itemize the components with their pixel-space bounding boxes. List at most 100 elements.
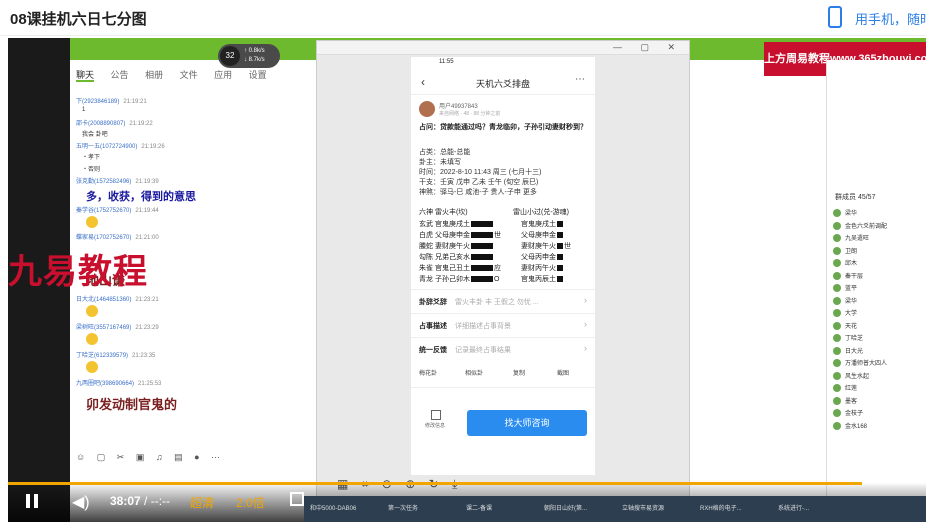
- yao-bar: [470, 265, 493, 272]
- tool-screenshot-button[interactable]: 截图: [557, 368, 569, 377]
- taskbar-item[interactable]: RXH格的电子...: [700, 500, 742, 518]
- taskbar-item[interactable]: 和中5000-DAB06: [310, 500, 356, 518]
- member-item[interactable]: 邱木: [833, 258, 857, 268]
- fullscreen-icon[interactable]: [290, 492, 304, 506]
- yao-bar: [557, 221, 563, 228]
- consult-master-button[interactable]: 找大师咨询: [467, 410, 587, 436]
- member-avatar-icon: [833, 359, 841, 368]
- cpu-counter: 32: [220, 46, 240, 66]
- progress-bar[interactable]: [8, 482, 926, 485]
- screenshot-icon[interactable]: ▢: [97, 452, 106, 462]
- more-icon[interactable]: ⋯: [575, 74, 585, 85]
- chat-text: ・孝下: [82, 155, 101, 161]
- chat-sender: 九两圈吧(398690664) 21:25:53: [76, 381, 162, 387]
- music-icon[interactable]: ♫: [156, 452, 163, 462]
- status-time: 11:55: [439, 59, 454, 65]
- member-item[interactable]: 天花: [833, 321, 857, 330]
- tool-similar-button[interactable]: 相似卦: [465, 368, 483, 377]
- member-item[interactable]: 大学: [833, 308, 857, 318]
- member-item[interactable]: 红莲: [833, 383, 857, 393]
- member-name: 蓝平: [845, 286, 858, 292]
- scissors-icon[interactable]: ✂: [117, 452, 125, 462]
- taskbar: 和中5000-DAB06 第一次任务 课二-备课 朝阳日山好(第... 立轴搜市…: [304, 496, 926, 522]
- row-feedback[interactable]: 统一反馈 记录最终占事结果 ›: [411, 337, 595, 359]
- member-item[interactable]: 梁华: [833, 296, 857, 305]
- user-sub: 来自网络 · 48 · 88 分钟之前: [439, 111, 501, 117]
- tab-notice[interactable]: 公告: [111, 70, 129, 80]
- gua-right-text: 官鬼丙辰土: [521, 276, 556, 283]
- member-avatar-icon: [833, 309, 841, 318]
- gua-left-title: 六神 雷火丰(坎): [419, 209, 468, 216]
- emoji-icon[interactable]: ☺: [76, 452, 85, 462]
- taskbar-item[interactable]: 课二-备课: [466, 500, 492, 518]
- member-item[interactable]: 金水168: [833, 421, 867, 430]
- row-label: 占事描述: [419, 323, 447, 330]
- member-item[interactable]: 墨客: [833, 396, 857, 405]
- mic-icon[interactable]: ●: [194, 452, 199, 462]
- taskbar-item[interactable]: 系统进行-...: [778, 500, 809, 518]
- yao-mark: 应: [493, 265, 501, 272]
- total-time: --:--: [150, 494, 171, 508]
- tool-plum-button[interactable]: 梅花卦: [419, 368, 437, 377]
- gua-left-text: 玄武 官鬼庚戌土: [419, 221, 470, 228]
- progress-fill: [8, 482, 862, 485]
- chevron-right-icon: ›: [584, 295, 587, 305]
- gua-right-text: 妻财丙午火: [521, 265, 556, 272]
- video-player[interactable]: 聊天 公告 相册 文件 应用 设置 下(2923846189) 21:19:21 …: [8, 38, 926, 522]
- member-name: 墨客: [845, 398, 858, 405]
- speed-button[interactable]: 2.0倍: [236, 494, 265, 511]
- member-item[interactable]: 金色六爻前调配: [833, 221, 887, 230]
- tool-copy-button[interactable]: 复制: [513, 368, 525, 377]
- pray-emoji-icon: [86, 361, 98, 373]
- avatar[interactable]: [419, 101, 435, 117]
- yao-bar: [557, 254, 563, 261]
- member-avatar-icon: [833, 209, 841, 218]
- title-bar: 08课挂机六日七分图 用手机，随时: [0, 0, 926, 36]
- info-line: 神煞：驿马-巳 咸池-子 贵人-子申 更多: [419, 189, 537, 196]
- gua-right-line: 妻财庚午火 世: [521, 241, 571, 251]
- member-item[interactable]: 日大光: [833, 346, 863, 355]
- member-item[interactable]: 蓝平: [833, 283, 858, 293]
- chat-sender: 邵卡(2008890807) 21:19:22: [76, 121, 153, 127]
- pause-icon[interactable]: [26, 494, 38, 508]
- quality-button[interactable]: 超清: [190, 494, 214, 511]
- edit-icon[interactable]: [431, 410, 441, 420]
- window-controls[interactable]: — ▢ ✕: [613, 42, 683, 53]
- member-avatar-icon: [833, 221, 841, 230]
- volume-icon[interactable]: ◀): [72, 492, 90, 512]
- member-item[interactable]: 秦干层: [833, 271, 863, 280]
- row-gua-text[interactable]: 卦辞爻辞 雷火丰卦 丰 王假之 勿忧 ... ›: [411, 289, 595, 311]
- phone-icon[interactable]: [828, 6, 842, 28]
- member-item[interactable]: 金枝子: [833, 408, 863, 418]
- member-name: 梁华: [845, 298, 858, 305]
- question-text: 占问：贷款能通过吗？青龙临卯，子孙引动妻财秒到？: [419, 124, 587, 131]
- tab-file[interactable]: 文件: [180, 70, 198, 80]
- member-avatar-icon: [833, 384, 841, 393]
- phone-prompt[interactable]: 用手机，随时: [855, 9, 926, 28]
- upload-speed: ↑ 0.8k/s: [244, 48, 265, 54]
- taskbar-item[interactable]: 第一次任务: [388, 500, 418, 518]
- tab-chat[interactable]: 聊天: [76, 70, 95, 82]
- chevron-right-icon: ›: [584, 343, 587, 353]
- more-icon[interactable]: ⋯: [211, 452, 220, 462]
- app-nav: ‹ 天机六爻排盘 ⋯: [411, 71, 595, 95]
- member-avatar-icon: [833, 346, 841, 355]
- info-line: 卦主：未填写: [419, 159, 461, 166]
- member-item[interactable]: 卫朗: [833, 246, 857, 255]
- window-titlebar: — ▢ ✕: [317, 41, 689, 55]
- app-title: 天机六爻排盘: [475, 79, 530, 89]
- member-item[interactable]: 风生水起: [833, 371, 869, 380]
- edit-label[interactable]: 修改信息: [425, 422, 445, 429]
- member-item[interactable]: 丁哈芝: [833, 333, 863, 343]
- taskbar-item[interactable]: 朝阳日山好(第...: [544, 500, 587, 518]
- row-description[interactable]: 占事描述 详细描述占事背景 ›: [411, 313, 595, 335]
- taskbar-item[interactable]: 立轴搜市易资源: [622, 500, 664, 518]
- tab-album[interactable]: 相册: [145, 70, 163, 80]
- folder-icon[interactable]: ▤: [174, 452, 183, 462]
- tab-apps[interactable]: 应用: [214, 70, 232, 80]
- image-icon[interactable]: ▣: [136, 452, 145, 462]
- member-item[interactable]: 九吴遣旺: [833, 233, 869, 243]
- member-item[interactable]: 万潘师普大四人: [833, 358, 887, 368]
- tab-settings[interactable]: 设置: [249, 70, 267, 80]
- member-item[interactable]: 梁华: [833, 208, 857, 218]
